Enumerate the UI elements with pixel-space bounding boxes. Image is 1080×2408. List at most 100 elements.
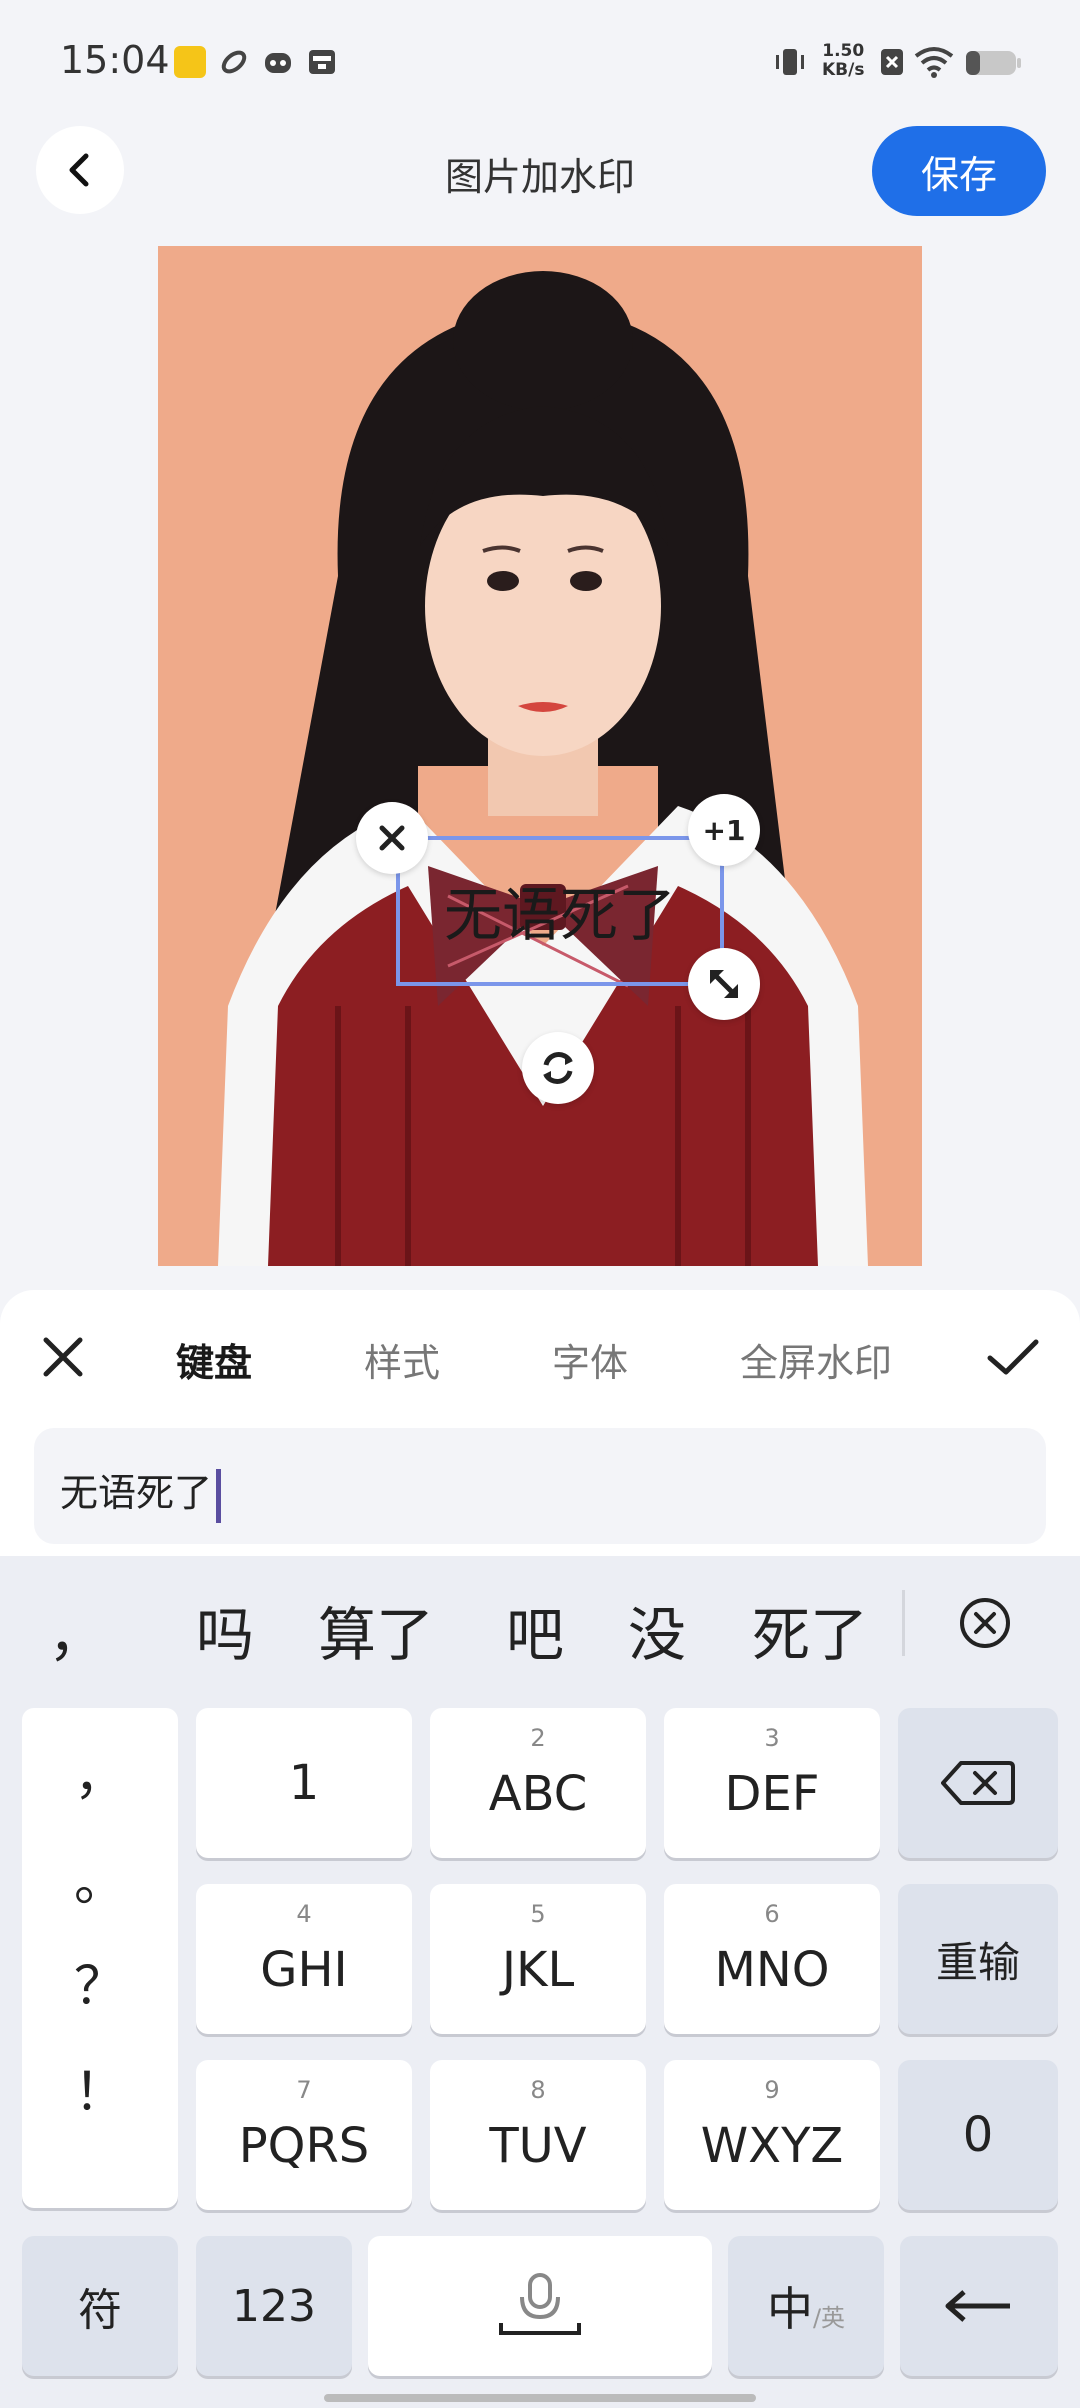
candidate-divider (902, 1590, 905, 1656)
key-label: DEF (724, 1766, 820, 1822)
punctuation-column[interactable]: ， 。 ？ ！ (22, 1708, 178, 2208)
watermark-text-input[interactable]: 无语死了 (34, 1428, 1046, 1544)
wallet-icon (306, 46, 338, 78)
mascot-icon (262, 46, 294, 78)
punct-key[interactable]: 。 (22, 1840, 178, 1915)
microphone-icon (499, 2273, 581, 2335)
key-label: 0 (962, 2107, 994, 2163)
input-value: 无语死了 (60, 1471, 213, 1515)
candidate-item[interactable]: 算了 (318, 1588, 434, 1672)
key-sublabel: /英 (812, 2303, 846, 2332)
key-label: WXYZ (700, 2118, 844, 2174)
key-digit: 7 (296, 2076, 312, 2104)
reenter-key[interactable]: 重输 (898, 1884, 1058, 2034)
app-notification-icon (174, 46, 206, 78)
enter-arrow-icon (945, 2290, 1010, 2322)
key-digit: 3 (764, 1724, 780, 1752)
key-label: 1 (288, 1755, 320, 1811)
key-6-mno[interactable]: 6 MNO (664, 1884, 880, 2034)
duplicate-watermark-button[interactable]: +1 (688, 794, 760, 866)
key-label: PQRS (238, 2118, 370, 2174)
symbol-key[interactable]: 符 (22, 2236, 178, 2376)
key-4-ghi[interactable]: 4 GHI (196, 1884, 412, 2034)
status-bar: 15:04 1.50 KB/s (0, 0, 1080, 120)
key-digit: 6 (764, 1900, 780, 1928)
key-label: GHI (260, 1942, 348, 1998)
candidate-item[interactable]: ， (48, 1588, 106, 1672)
watermark-text-input-value: 无语死了 (60, 1462, 222, 1523)
key-label: MNO (714, 1942, 830, 1998)
numeric-key[interactable]: 123 (196, 2236, 352, 2376)
close-icon (43, 1337, 83, 1377)
net-speed-unit: KB/s (822, 60, 865, 80)
space-voice-key[interactable] (368, 2236, 712, 2376)
backspace-icon (941, 1761, 1015, 1805)
tab-style[interactable]: 样式 (364, 1332, 440, 1387)
tab-fullscreen-watermark[interactable]: 全屏水印 (740, 1332, 892, 1387)
key-9-wxyz[interactable]: 9 WXYZ (664, 2060, 880, 2210)
candidate-item[interactable]: 吗 (196, 1588, 254, 1672)
key-label: 重输 (935, 1937, 1020, 1987)
candidate-item[interactable]: 没 (628, 1588, 686, 1672)
close-panel-button[interactable] (40, 1334, 86, 1380)
key-label: 123 (232, 2280, 316, 2332)
key-label: ABC (488, 1766, 588, 1822)
key-digit: 8 (530, 2076, 546, 2104)
checkmark-icon (987, 1339, 1039, 1375)
ime-keyboard: ， 吗 算了 吧 没 死了 ， 。 ？ ！ 1 2 ABC 3 DEF 4 GH… (0, 1556, 1080, 2408)
key-7-pqrs[interactable]: 7 PQRS (196, 2060, 412, 2210)
delete-watermark-button[interactable] (356, 802, 428, 874)
key-5-jkl[interactable]: 5 JKL (430, 1884, 646, 2034)
rotate-icon (543, 1052, 573, 1084)
text-caret (216, 1468, 222, 1523)
status-time: 15:04 (60, 38, 170, 82)
battery-icon (964, 46, 1022, 78)
net-speed-value: 1.50 (822, 41, 865, 61)
key-digit: 9 (764, 2076, 780, 2104)
link-icon (218, 46, 250, 78)
punct-key[interactable]: ！ (22, 2050, 178, 2125)
key-digit: 5 (530, 1900, 546, 1928)
watermark-selection-box[interactable]: 无语死了 (396, 836, 724, 986)
tab-font[interactable]: 字体 (552, 1332, 628, 1387)
net-speed: 1.50 KB/s (822, 42, 864, 80)
language-switch-key[interactable]: 中 /英 (728, 2236, 884, 2376)
candidate-bar: ， 吗 算了 吧 没 死了 (0, 1556, 1080, 1686)
candidate-item[interactable]: 死了 (752, 1588, 868, 1672)
key-digit: 2 (530, 1724, 546, 1752)
punct-key[interactable]: ， (22, 1734, 178, 1809)
watermark-text[interactable]: 无语死了 (400, 868, 720, 952)
vibrate-icon (772, 46, 804, 78)
panel-tab-bar: 键盘 样式 字体 全屏水印 (0, 1290, 1080, 1420)
circle-x-icon (960, 1598, 1010, 1648)
resize-arrows-icon (710, 970, 738, 998)
portrait-image (158, 246, 922, 1266)
candidate-item[interactable]: 吧 (506, 1588, 564, 1672)
key-label: 中 (766, 2282, 813, 2336)
key-0[interactable]: 0 (898, 2060, 1058, 2210)
confirm-button[interactable] (986, 1334, 1040, 1380)
collapse-candidates-button[interactable] (958, 1596, 1012, 1650)
resize-watermark-handle[interactable] (688, 948, 760, 1020)
key-8-tuv[interactable]: 8 TUV (430, 2060, 646, 2210)
save-button[interactable]: 保存 (872, 126, 1046, 216)
key-3-def[interactable]: 3 DEF (664, 1708, 880, 1858)
watermark-edit-panel: 键盘 样式 字体 全屏水印 无语死了 (0, 1290, 1080, 1560)
key-2-abc[interactable]: 2 ABC (430, 1708, 646, 1858)
enter-key[interactable] (900, 2236, 1058, 2376)
rotate-watermark-handle[interactable] (522, 1032, 594, 1104)
key-label: JKL (501, 1942, 575, 1998)
photo-canvas[interactable]: 无语死了 +1 (158, 246, 922, 1266)
key-label: 符 (78, 2285, 122, 2336)
tab-keyboard[interactable]: 键盘 (176, 1332, 252, 1387)
key-label: TUV (489, 2118, 587, 2174)
key-1[interactable]: 1 (196, 1708, 412, 1858)
punct-key[interactable]: ？ (22, 1944, 178, 2019)
navigation-handle[interactable] (324, 2394, 756, 2402)
wifi-icon (914, 46, 954, 78)
sim-off-icon (878, 46, 910, 78)
duplicate-badge-label: +1 (702, 813, 746, 847)
key-digit: 4 (296, 1900, 312, 1928)
close-icon (379, 825, 405, 851)
backspace-key[interactable] (898, 1708, 1058, 1858)
